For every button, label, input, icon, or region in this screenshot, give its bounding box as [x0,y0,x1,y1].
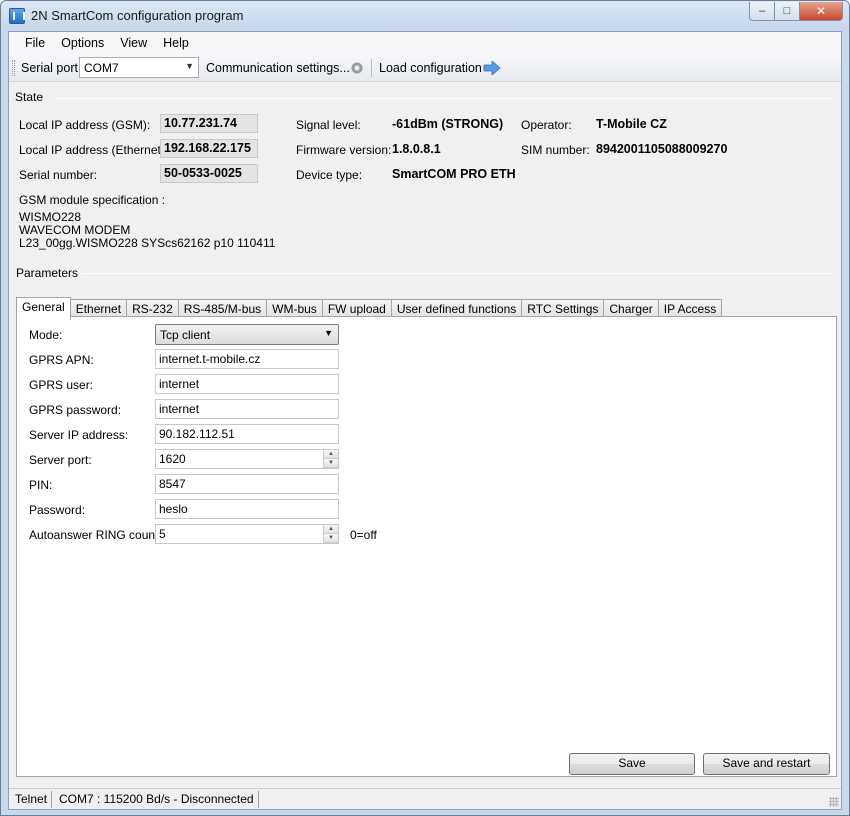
parameters-divider [82,273,833,274]
password-label: Password: [29,503,86,517]
local-ip-gsm-value: 10.77.231.74 [160,114,258,133]
autoanswer-ring-spin[interactable]: ▲ ▼ [323,525,338,543]
operator-label: Operator: [521,118,572,132]
minimize-button[interactable]: – [749,2,775,21]
signal-level-value: -61dBm (STRONG) [392,117,504,131]
gear-icon[interactable] [350,61,364,75]
tab-general[interactable]: General [16,297,71,320]
save-and-restart-button[interactable]: Save and restart [703,753,830,775]
arrow-right-icon[interactable] [483,61,501,75]
state-divider [55,98,833,99]
toolbar: Serial port COM7 ▼ Communication setting… [9,54,841,82]
device-type-value: SmartCOM PRO ETH [392,167,516,181]
serial-port-select[interactable]: COM7 ▼ [79,57,199,78]
autoanswer-ring-label: Autoanswer RING count [29,528,159,542]
gprs-user-label: GPRS user: [29,378,94,392]
title-bar[interactable]: 2N SmartCom configuration program – □ ✕ [1,1,849,31]
device-type-label: Device type: [296,168,363,182]
menu-file[interactable]: File [17,36,53,50]
local-ip-eth-label: Local IP address (Ethernet): [19,143,169,157]
gprs-apn-input[interactable]: internet.t-mobile.cz [155,349,339,369]
status-bar: Telnet COM7 : 115200 Bd/s - Disconnected [9,788,841,809]
autoanswer-ring-hint: 0=off [350,528,377,542]
server-ip-input[interactable]: 90.182.112.51 [155,424,339,444]
gsm-spec-line: L23_00gg.WISMO228 SYScs62162 p10 110411 [19,236,276,250]
menu-view[interactable]: View [112,36,155,50]
parameters-tabs: General Ethernet RS-232 RS-485/M-bus WM-… [16,297,723,320]
serial-number-label: Serial number: [19,168,98,182]
gsm-spec-text: WISMO228 WAVECOM MODEM L23_00gg.WISMO228… [19,211,275,250]
signal-level-label: Signal level: [296,118,361,132]
gprs-user-input[interactable]: internet [155,374,339,394]
load-configuration-button[interactable]: Load configuration [379,61,482,75]
resize-grip-icon[interactable] [829,797,839,807]
communication-settings-button[interactable]: Communication settings... [206,61,350,75]
gprs-apn-label: GPRS APN: [29,353,94,367]
pin-input[interactable]: 8547 [155,474,339,494]
spin-up-icon[interactable]: ▲ [324,450,338,459]
general-tab-panel: Mode: Tcp client ▼ GPRS APN: internet.t-… [16,316,837,777]
mode-value: Tcp client [160,328,211,342]
menu-options[interactable]: Options [53,36,112,50]
serial-port-label: Serial port [21,61,78,75]
server-port-spin[interactable]: ▲ ▼ [323,450,338,468]
gsm-spec-label: GSM module specification : [19,193,166,207]
menu-help[interactable]: Help [155,36,197,50]
sim-number-value: 8942001105088009270 [596,142,728,156]
menu-bar: File Options View Help [9,32,841,54]
gprs-password-label: GPRS password: [29,403,122,417]
server-ip-label: Server IP address: [29,428,129,442]
toolbar-grip-icon[interactable] [12,60,15,76]
client-area: File Options View Help Serial port COM7 … [8,31,842,810]
local-ip-gsm-label: Local IP address (GSM): [19,118,151,132]
serial-port-value: COM7 [84,61,119,75]
parameters-section-label: Parameters [16,266,79,280]
spin-down-icon[interactable]: ▼ [324,534,338,543]
toolbar-separator [371,59,372,77]
app-window: 2N SmartCom configuration program – □ ✕ … [0,0,850,816]
server-port-value: 1620 [159,452,186,466]
serial-number-value: 50-0533-0025 [160,164,258,183]
autoanswer-ring-stepper[interactable]: 5 ▲ ▼ [155,524,339,544]
app-icon [9,8,25,24]
status-mode: Telnet [11,791,53,808]
mode-label: Mode: [29,328,63,342]
sim-number-label: SIM number: [521,143,590,157]
pin-label: PIN: [29,478,53,492]
firmware-version-value: 1.8.0.8.1 [392,142,441,156]
gprs-password-input[interactable]: internet [155,399,339,419]
chevron-down-icon: ▼ [324,328,333,338]
firmware-version-label: Firmware version: [296,143,392,157]
password-input[interactable]: heslo [155,499,339,519]
close-button[interactable]: ✕ [799,2,843,21]
local-ip-eth-value: 192.168.22.175 [160,139,258,158]
save-button[interactable]: Save [569,753,695,775]
status-connection: COM7 : 115200 Bd/s - Disconnected [55,791,259,808]
autoanswer-ring-value: 5 [159,527,166,541]
server-port-stepper[interactable]: 1620 ▲ ▼ [155,449,339,469]
maximize-button[interactable]: □ [774,2,800,21]
server-port-label: Server port: [29,453,92,467]
mode-select[interactable]: Tcp client ▼ [155,324,339,345]
spin-up-icon[interactable]: ▲ [324,525,338,534]
spin-down-icon[interactable]: ▼ [324,459,338,468]
window-title: 2N SmartCom configuration program [31,8,244,23]
state-section-label: State [15,90,44,104]
operator-value: T-Mobile CZ [596,117,667,131]
chevron-down-icon: ▼ [185,61,194,71]
